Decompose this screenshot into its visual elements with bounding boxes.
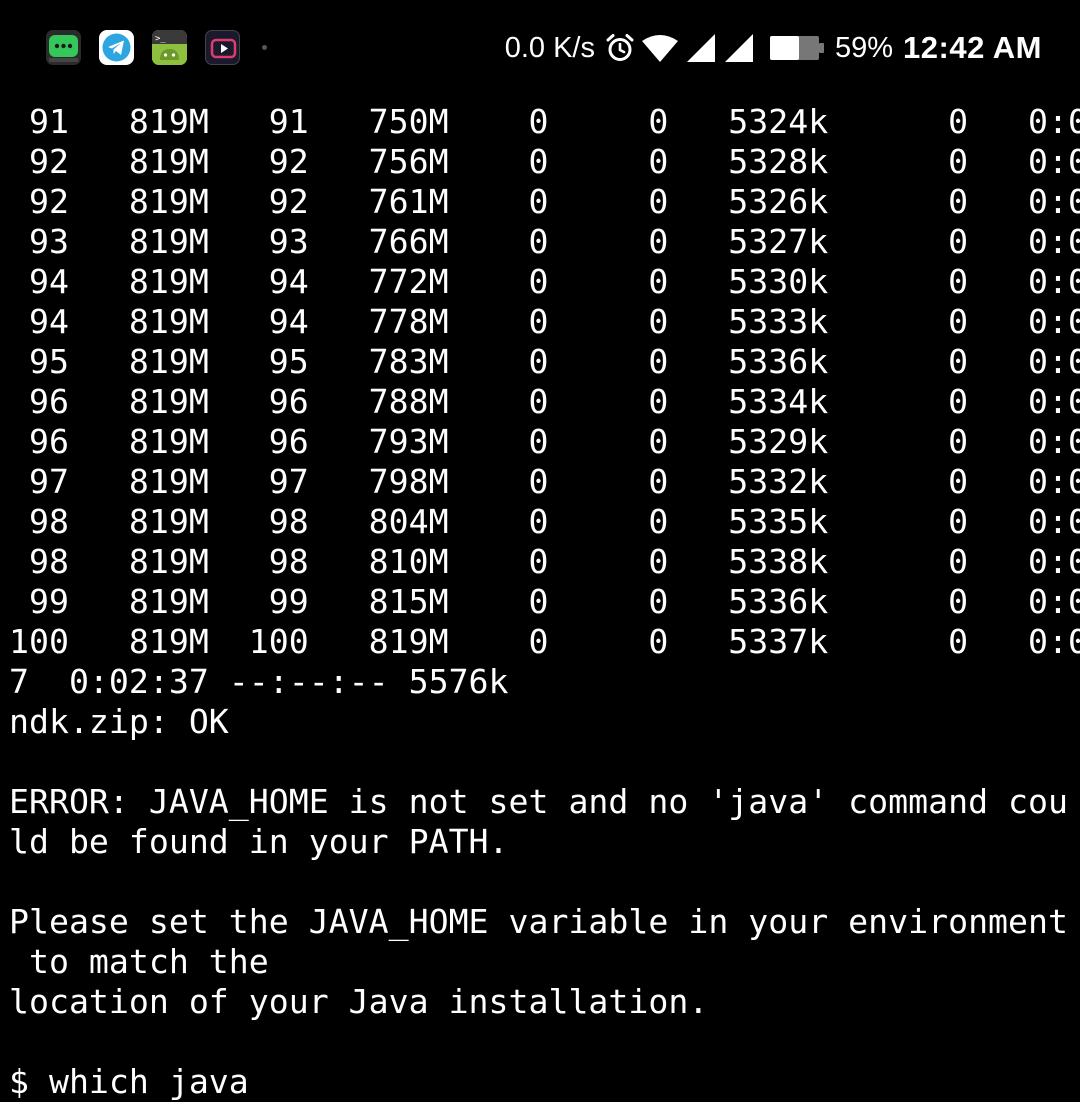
terminal-output[interactable]: 91 819M 91 750M 0 0 5324k 0 0:02:3 92 81… [9, 102, 1080, 1102]
chat-app-icon [46, 29, 81, 65]
terminal-line: 98 819M 98 810M 0 0 5338k 0 0:02:3 [9, 542, 1080, 581]
terminal-line: 92 819M 92 756M 0 0 5328k 0 0:02:3 [9, 142, 1080, 181]
terminal-line: 94 819M 94 778M 0 0 5333k 0 0:02:3 [9, 302, 1080, 341]
terminal-line: to match the [9, 942, 269, 981]
terminal-line: 95 819M 95 783M 0 0 5336k 0 0:02:3 [9, 342, 1080, 381]
notification-icons: >_ [46, 29, 267, 65]
video-app-icon [205, 29, 240, 65]
terminal-line: location of your Java installation. [9, 982, 709, 1021]
more-notifications-dot [262, 44, 267, 50]
terminal-line: 97 819M 97 798M 0 0 5332k 0 0:02:3 [9, 462, 1080, 501]
cellular-signal-2-icon [724, 34, 753, 62]
battery-icon [769, 36, 824, 60]
system-status: 0.0 K/s 59% 12:42 AM [505, 26, 1042, 70]
terminal-line: 99 819M 99 815M 0 0 5336k 0 0:02:3 [9, 582, 1080, 621]
terminal-line: 7 0:02:37 --:--:-- 5576k [9, 662, 509, 701]
terminal-line: 96 819M 96 793M 0 0 5329k 0 0:02:3 [9, 422, 1080, 461]
telegram-icon [99, 29, 134, 65]
wifi-icon [641, 35, 678, 62]
clock: 12:42 AM [903, 30, 1042, 65]
terminal-line: ERROR: JAVA_HOME is not set and no 'java… [9, 782, 1068, 821]
cellular-signal-1-icon [686, 34, 715, 62]
termux-icon: >_ [152, 29, 187, 65]
terminal-line: 93 819M 93 766M 0 0 5327k 0 0:02:3 [9, 222, 1080, 261]
svg-text:>_: >_ [155, 34, 166, 44]
network-speed: 0.0 K/s [504, 31, 595, 64]
terminal-line: 92 819M 92 761M 0 0 5326k 0 0:02:3 [9, 182, 1080, 221]
terminal-line: Please set the JAVA_HOME variable in you… [9, 902, 1068, 941]
terminal-line: 98 819M 98 804M 0 0 5335k 0 0:02:3 [9, 502, 1080, 541]
battery-percent: 59% [834, 31, 894, 64]
terminal-line: ndk.zip: OK [9, 702, 229, 741]
terminal-line: 96 819M 96 788M 0 0 5334k 0 0:02:3 [9, 382, 1080, 421]
terminal-line: 100 819M 100 819M 0 0 5337k 0 0:02:3 [9, 622, 1080, 661]
terminal-line: 91 819M 91 750M 0 0 5324k 0 0:02:3 [9, 102, 1080, 141]
alarm-icon [606, 34, 634, 61]
status-bar: >_ 0.0 K/s 59% 12:42 AM [0, 0, 1080, 96]
terminal-line: $ which java [9, 1062, 249, 1101]
terminal-line: 94 819M 94 772M 0 0 5330k 0 0:02:3 [9, 262, 1080, 301]
battery-indicator: 59% [769, 32, 893, 65]
terminal-line: ld be found in your PATH. [9, 822, 509, 861]
